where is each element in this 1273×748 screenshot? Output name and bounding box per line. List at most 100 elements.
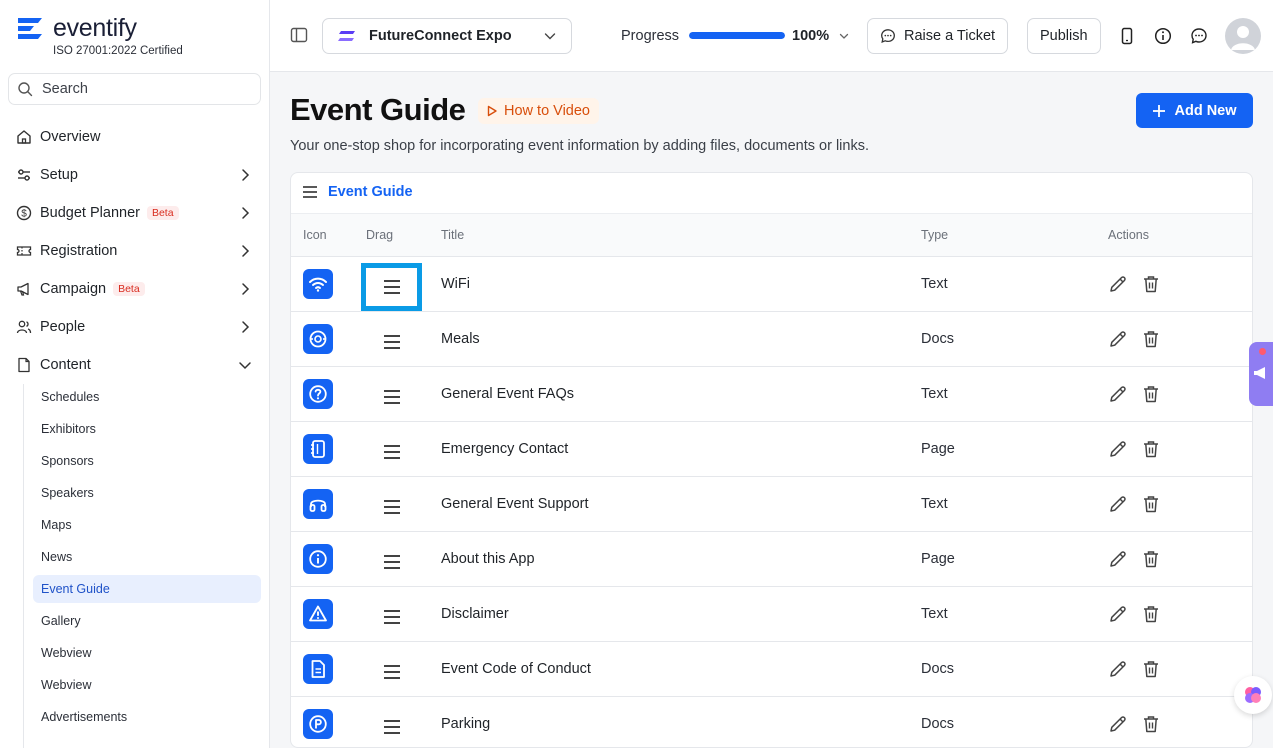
publish-button[interactable]: Publish	[1027, 18, 1101, 54]
mobile-preview-icon[interactable]	[1118, 27, 1136, 45]
drag-handle[interactable]	[361, 428, 422, 476]
info-icon	[309, 550, 327, 568]
warning-icon	[309, 605, 327, 622]
drag-handle[interactable]	[361, 483, 422, 531]
delete-icon[interactable]	[1141, 604, 1161, 624]
assistant-bubble[interactable]	[1234, 676, 1272, 714]
chevron-down-icon	[239, 362, 251, 370]
drag-handle-icon	[383, 555, 400, 569]
delete-icon[interactable]	[1141, 549, 1161, 569]
delete-icon[interactable]	[1141, 329, 1161, 349]
raise-ticket-button[interactable]: Raise a Ticket	[867, 18, 1009, 54]
avatar[interactable]	[1225, 18, 1261, 54]
sidebar-subitem-sponsors[interactable]: Sponsors	[33, 447, 261, 475]
column-header-type: Type	[921, 228, 949, 242]
row-type: Page	[921, 441, 955, 457]
sidebar-subitem-webview[interactable]: Webview	[33, 639, 261, 667]
drag-handle-icon	[383, 500, 400, 514]
sidebar-subitem-news[interactable]: News	[33, 543, 261, 571]
info-icon[interactable]	[1154, 27, 1172, 45]
sidebar-subitem-webview[interactable]: Webview	[33, 671, 261, 699]
chat-icon[interactable]	[1190, 27, 1208, 45]
dollar-icon: $	[16, 205, 32, 221]
chevron-down-icon[interactable]	[838, 30, 850, 42]
edit-icon[interactable]	[1108, 384, 1128, 404]
sidebar-item-campaign[interactable]: Campaign Beta	[8, 273, 261, 305]
how-to-video-label: How to Video	[504, 103, 590, 119]
drag-handle[interactable]	[361, 318, 422, 366]
search-input[interactable]	[42, 81, 242, 97]
sidebar-subitem-gallery[interactable]: Gallery	[33, 607, 261, 635]
row-type: Docs	[921, 661, 955, 677]
progress-bar	[689, 32, 785, 39]
sidebar-subitem-schedules[interactable]: Schedules	[33, 383, 261, 411]
drag-handle[interactable]	[361, 593, 422, 641]
delete-icon[interactable]	[1141, 439, 1161, 459]
delete-icon[interactable]	[1141, 714, 1161, 734]
drag-handle-icon	[383, 335, 400, 349]
add-new-button[interactable]: Add New	[1136, 93, 1253, 128]
drag-handle[interactable]	[361, 703, 422, 747]
edit-icon[interactable]	[1108, 494, 1128, 514]
submenu-guide-line	[23, 384, 24, 748]
sidebar-subitem-maps[interactable]: Maps	[33, 511, 261, 539]
sidebar-item-content[interactable]: Content	[8, 349, 261, 381]
delete-icon[interactable]	[1141, 659, 1161, 679]
brand-certification: ISO 27001:2022 Certified	[53, 45, 183, 57]
play-icon	[487, 105, 497, 117]
column-header-drag: Drag	[366, 228, 394, 242]
feedback-widget[interactable]	[1249, 342, 1273, 406]
beta-badge: Beta	[146, 206, 179, 220]
page-subtitle: Your one-stop shop for incorporating eve…	[290, 138, 869, 154]
sidebar-subitem-exhibitors[interactable]: Exhibitors	[33, 415, 261, 443]
sidebar-item-budget-planner[interactable]: $ Budget Planner Beta	[8, 197, 261, 229]
table-row: About this App Page	[291, 532, 1252, 587]
edit-icon[interactable]	[1108, 274, 1128, 294]
edit-icon[interactable]	[1108, 329, 1128, 349]
sidebar-subitem-speakers[interactable]: Speakers	[33, 479, 261, 507]
sidebar-item-setup[interactable]: Setup	[8, 159, 261, 191]
event-guide-card: Event Guide Icon Drag Title Type Actions…	[290, 172, 1253, 748]
how-to-video-link[interactable]: How to Video	[478, 98, 599, 124]
delete-icon[interactable]	[1141, 384, 1161, 404]
delete-icon[interactable]	[1141, 494, 1161, 514]
row-icon-tile	[303, 379, 333, 409]
sidebar-item-registration[interactable]: Registration	[8, 235, 261, 267]
row-title: Emergency Contact	[441, 441, 569, 457]
document-icon	[16, 357, 32, 373]
question-icon	[309, 385, 327, 403]
file-text-icon	[311, 660, 325, 678]
edit-icon[interactable]	[1108, 549, 1128, 569]
drag-handle-icon	[383, 445, 400, 459]
sidebar-subitem-advertisements[interactable]: Advertisements	[33, 703, 261, 731]
table-row: Parking Docs	[291, 697, 1252, 747]
drag-handle[interactable]	[361, 538, 422, 586]
delete-icon[interactable]	[1141, 274, 1161, 294]
sidebar-search[interactable]	[8, 73, 261, 105]
row-type: Page	[921, 551, 955, 567]
drag-handle-icon	[383, 610, 400, 624]
row-title: WiFi	[441, 276, 470, 292]
drag-handle[interactable]	[361, 373, 422, 421]
edit-icon[interactable]	[1108, 604, 1128, 624]
event-selector[interactable]: FutureConnect Expo	[322, 18, 572, 54]
sidebar-item-people[interactable]: People	[8, 311, 261, 343]
sidebar-subitem-event-guide[interactable]: Event Guide	[33, 575, 261, 603]
row-icon-tile	[303, 434, 333, 464]
brand-name: eventify	[53, 14, 137, 42]
chevron-right-icon	[242, 321, 250, 333]
edit-icon[interactable]	[1108, 659, 1128, 679]
sidebar-toggle-icon[interactable]	[290, 26, 308, 44]
row-type: Text	[921, 496, 948, 512]
row-icon-tile	[303, 654, 333, 684]
drag-handle-icon	[383, 665, 400, 679]
card-title: Event Guide	[328, 184, 413, 200]
chevron-right-icon	[242, 283, 250, 295]
drag-handle[interactable]	[361, 648, 422, 696]
sidebar-item-label: Setup	[40, 167, 78, 183]
edit-icon[interactable]	[1108, 439, 1128, 459]
edit-icon[interactable]	[1108, 714, 1128, 734]
sidebar-item-overview[interactable]: Overview	[8, 121, 261, 153]
drag-handle[interactable]	[361, 263, 422, 311]
row-title: General Event Support	[441, 496, 589, 512]
